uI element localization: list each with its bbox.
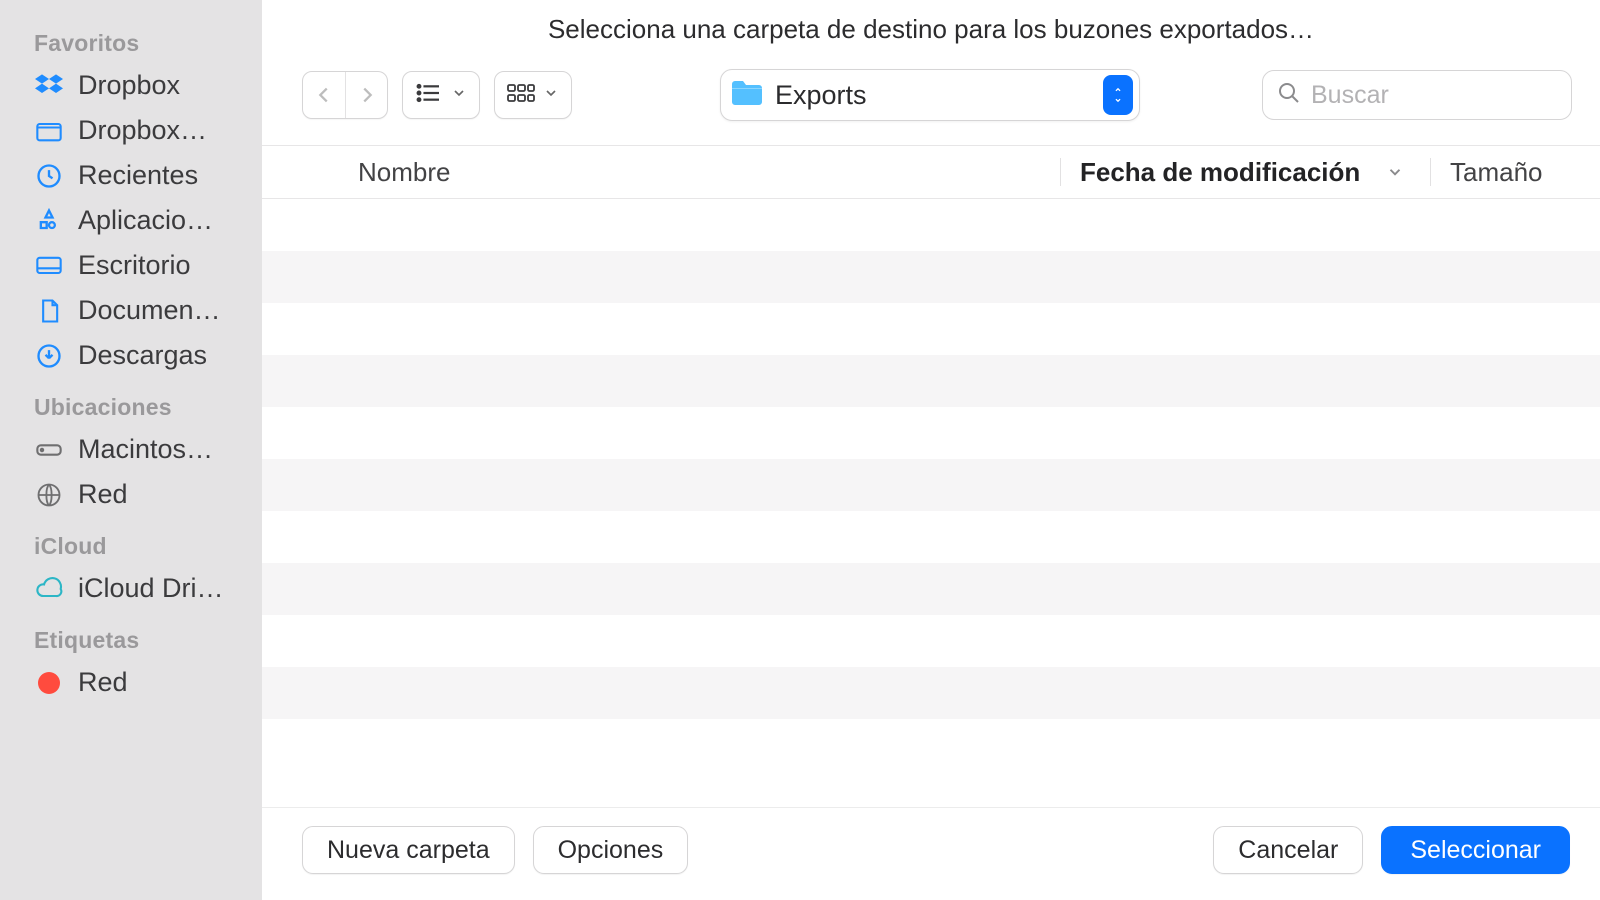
sidebar-item-icloud-drive[interactable]: iCloud Dri… xyxy=(0,566,262,611)
sidebar-item-network[interactable]: Red xyxy=(0,472,262,517)
globe-icon xyxy=(34,480,64,510)
column-header-name[interactable]: Nombre xyxy=(262,146,1060,198)
sidebar-section-tags: Etiquetas xyxy=(0,611,262,660)
search-icon xyxy=(1277,81,1301,110)
sidebar-item-label: Descargas xyxy=(78,340,207,371)
sidebar-section-locations: Ubicaciones xyxy=(0,378,262,427)
sort-chevron-icon xyxy=(1386,157,1404,188)
file-list-area[interactable] xyxy=(262,199,1600,807)
sidebar-item-tag-red[interactable]: Red xyxy=(0,660,262,705)
sidebar-item-label: Escritorio xyxy=(78,250,191,281)
sidebar-item-dropbox-folder[interactable]: Dropbox… xyxy=(0,108,262,153)
cancel-button[interactable]: Cancelar xyxy=(1213,826,1363,874)
view-mode-button[interactable] xyxy=(402,71,480,119)
sidebar-item-macintosh-hd[interactable]: Macintos… xyxy=(0,427,262,472)
sidebar: Favoritos Dropbox Dropbox… Recientes Apl… xyxy=(0,0,262,900)
sidebar-item-label: Dropbox xyxy=(78,70,180,101)
current-folder-name: Exports xyxy=(775,80,867,111)
sidebar-item-label: Dropbox… xyxy=(78,115,207,146)
column-header-size[interactable]: Tamaño xyxy=(1430,146,1600,198)
sidebar-item-dropbox[interactable]: Dropbox xyxy=(0,63,262,108)
sidebar-item-documents[interactable]: Documen… xyxy=(0,288,262,333)
list-view-icon xyxy=(415,83,443,108)
desktop-icon xyxy=(34,251,64,281)
sidebar-item-label: Red xyxy=(78,667,128,698)
column-header-modified[interactable]: Fecha de modificación xyxy=(1060,146,1430,198)
doc-icon xyxy=(34,296,64,326)
sidebar-item-applications[interactable]: Aplicacio… xyxy=(0,198,262,243)
folder-popup-stepper-icon xyxy=(1103,75,1133,115)
nav-back-button[interactable] xyxy=(303,72,345,118)
column-headers: Nombre Fecha de modificación Tamaño xyxy=(262,145,1600,199)
main-panel: Selecciona una carpeta de destino para l… xyxy=(262,0,1600,900)
sidebar-section-favorites: Favoritos xyxy=(0,18,262,63)
select-button[interactable]: Seleccionar xyxy=(1381,826,1570,874)
column-label: Nombre xyxy=(358,157,450,188)
download-icon xyxy=(34,341,64,371)
tag-red-icon xyxy=(34,668,64,698)
sidebar-item-label: iCloud Dri… xyxy=(78,573,224,604)
folder-icon xyxy=(34,116,64,146)
chevron-down-icon xyxy=(543,85,559,106)
chevron-down-icon xyxy=(451,85,467,106)
dialog-title-bar: Selecciona una carpeta de destino para l… xyxy=(262,0,1600,51)
clock-icon xyxy=(34,161,64,191)
sidebar-item-label: Documen… xyxy=(78,295,221,326)
sidebar-item-label: Recientes xyxy=(78,160,198,191)
sidebar-item-label: Aplicacio… xyxy=(78,205,213,236)
nav-back-forward xyxy=(302,71,388,119)
column-label: Fecha de modificación xyxy=(1080,157,1360,188)
current-folder-popup[interactable]: Exports xyxy=(720,69,1140,121)
folder-icon xyxy=(729,78,775,113)
sidebar-item-downloads[interactable]: Descargas xyxy=(0,333,262,378)
sidebar-item-label: Macintos… xyxy=(78,434,213,465)
group-by-button[interactable] xyxy=(494,71,572,119)
nav-forward-button[interactable] xyxy=(345,72,387,118)
sidebar-section-icloud: iCloud xyxy=(0,517,262,566)
apps-icon xyxy=(34,206,64,236)
options-button[interactable]: Opciones xyxy=(533,826,689,874)
dropbox-icon xyxy=(34,71,64,101)
cloud-icon xyxy=(34,574,64,604)
column-label: Tamaño xyxy=(1450,157,1543,188)
toolbar: Exports xyxy=(262,51,1600,145)
sidebar-item-label: Red xyxy=(78,479,128,510)
grid-group-icon xyxy=(507,83,535,108)
hdd-icon xyxy=(34,435,64,465)
search-field[interactable] xyxy=(1262,70,1572,120)
search-input[interactable] xyxy=(1311,81,1557,110)
new-folder-button[interactable]: Nueva carpeta xyxy=(302,826,515,874)
sidebar-item-recents[interactable]: Recientes xyxy=(0,153,262,198)
dialog-footer: Nueva carpeta Opciones Cancelar Seleccio… xyxy=(262,807,1600,900)
dialog-title: Selecciona una carpeta de destino para l… xyxy=(262,14,1600,45)
sidebar-item-desktop[interactable]: Escritorio xyxy=(0,243,262,288)
